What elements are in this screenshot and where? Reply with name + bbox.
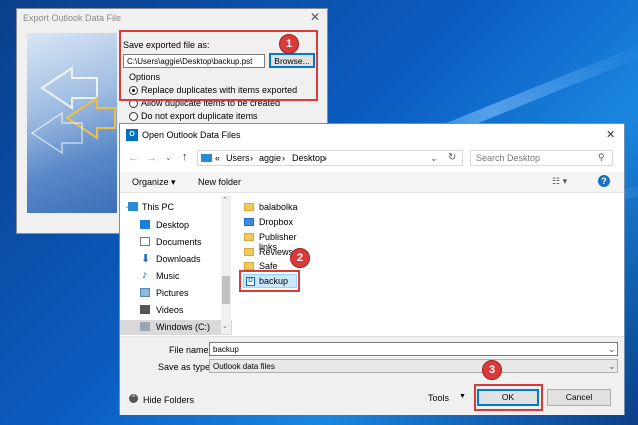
music-note-icon: ♪ (142, 269, 148, 281)
command-bar: Organize ▾ New folder ☷ ▾ ? (120, 172, 624, 193)
scroll-up-icon[interactable]: ⌃ (222, 196, 228, 204)
file-label: Dropbox (259, 217, 294, 227)
breadcrumb-overflow[interactable]: « (215, 153, 220, 163)
navigation-scrollbar[interactable]: ⌃ ⌄ (221, 196, 231, 334)
nav-item-videos[interactable]: Videos (120, 303, 232, 318)
step-badge-3: 3 (482, 360, 502, 380)
no-duplicates-label: Do not export duplicate items (141, 111, 258, 121)
folder-icon (244, 248, 254, 256)
nav-item-downloads[interactable]: ⬇ Downloads (120, 252, 232, 267)
cancel-button[interactable]: Cancel (547, 389, 611, 406)
nav-item-music[interactable]: ♪ Music (120, 269, 232, 284)
breadcrumb-desktop[interactable]: Desktop (292, 153, 325, 163)
folder-icon (244, 233, 254, 241)
nav-label: Documents (156, 237, 202, 247)
nav-label: This PC (142, 202, 175, 212)
nav-item-desktop[interactable]: Desktop (120, 218, 232, 233)
file-name-dropdown-icon[interactable]: ⌄ (608, 344, 616, 355)
help-icon[interactable]: ? (598, 175, 610, 187)
save-as-type-label: Save as type: (158, 362, 213, 372)
file-label: balabolka (259, 202, 298, 212)
save-as-type-select[interactable]: Outlook data files (209, 359, 618, 373)
folder-icon (244, 203, 254, 211)
scroll-down-icon[interactable]: ⌄ (222, 322, 228, 330)
navigation-pane: ⌄ This PC Desktop Documents ⬇ Downloads … (120, 194, 232, 335)
nav-label: Desktop (156, 220, 190, 230)
drive-icon (140, 322, 150, 331)
forward-arrow-icon[interactable]: → (146, 152, 157, 164)
open-outlook-data-files-dialog: O Open Outlook Data Files ✕ ← → ⌄ ↑ « Us… (119, 123, 625, 415)
no-duplicates-radio[interactable] (129, 112, 138, 121)
step-badge-1: 1 (279, 34, 299, 54)
file-form-area: File name: backup ⌄ Save as type: Outloo… (120, 336, 624, 415)
pictures-icon (140, 288, 150, 297)
chevron-right-icon: › (250, 153, 253, 163)
arrows-graphic (30, 66, 116, 155)
nav-item-pictures[interactable]: Pictures (120, 286, 232, 301)
address-dropdown-icon[interactable]: ⌄ (430, 153, 438, 164)
breadcrumb-users[interactable]: Users (226, 153, 250, 163)
recent-dropdown-icon[interactable]: ⌄ (165, 153, 172, 162)
back-arrow-icon[interactable]: ← (128, 152, 139, 164)
nav-label: Downloads (156, 254, 201, 264)
dropbox-icon (244, 218, 254, 226)
tools-button[interactable]: Tools (428, 393, 449, 403)
step-badge-2: 2 (290, 248, 310, 268)
chevron-up-icon[interactable]: ^ (129, 394, 138, 403)
dialog-title: Open Outlook Data Files (142, 130, 241, 140)
search-placeholder: Search Desktop (476, 153, 541, 163)
nav-label: Music (156, 271, 180, 281)
dialog-title: Export Outlook Data File (23, 13, 122, 23)
nav-item-windows-c[interactable]: Windows (C:) (120, 320, 232, 335)
computer-icon (128, 202, 138, 211)
desktop-icon (140, 220, 150, 229)
nav-label: Videos (156, 305, 184, 315)
close-button[interactable]: ✕ (310, 10, 320, 24)
download-arrow-icon: ⬇ (141, 253, 151, 265)
this-pc-icon (201, 154, 212, 162)
up-arrow-icon[interactable]: ↑ (182, 151, 188, 163)
wizard-artwork (27, 33, 117, 213)
organize-button[interactable]: Organize ▾ (132, 177, 176, 188)
tools-dropdown-icon[interactable]: ▼ (459, 393, 466, 400)
folder-icon (244, 262, 254, 270)
videos-icon (140, 305, 150, 314)
address-bar[interactable]: « Users › aggie › Desktop › ⌄ ↻ (197, 150, 463, 166)
type-dropdown-icon[interactable]: ⌄ (608, 361, 616, 372)
highlight-box-3 (474, 384, 543, 411)
file-name-label: File name: (169, 345, 212, 355)
highlight-box-2 (239, 270, 300, 292)
file-name-input[interactable]: backup (209, 342, 618, 356)
breadcrumb-aggie[interactable]: aggie (259, 153, 281, 163)
nav-label: Windows (C:) (156, 322, 211, 332)
outlook-icon: O (126, 129, 138, 141)
new-folder-button[interactable]: New folder (198, 177, 241, 187)
chevron-right-icon: › (282, 153, 285, 163)
view-options-icon[interactable]: ☷ ▾ (552, 176, 567, 187)
nav-item-this-pc[interactable]: ⌄ This PC (120, 200, 232, 215)
close-button[interactable]: ✕ (606, 128, 615, 141)
search-icon[interactable]: ⚲ (598, 152, 605, 163)
scrollbar-thumb[interactable] (222, 276, 230, 304)
file-label: Reviews (259, 247, 294, 257)
nav-label: Pictures (156, 288, 189, 298)
hide-folders-button[interactable]: Hide Folders (143, 395, 194, 405)
documents-icon (140, 237, 150, 246)
nav-item-documents[interactable]: Documents (120, 235, 232, 250)
search-box[interactable]: Search Desktop ⚲ (470, 150, 613, 166)
chevron-right-icon: › (324, 153, 327, 163)
refresh-icon[interactable]: ↻ (448, 152, 456, 163)
